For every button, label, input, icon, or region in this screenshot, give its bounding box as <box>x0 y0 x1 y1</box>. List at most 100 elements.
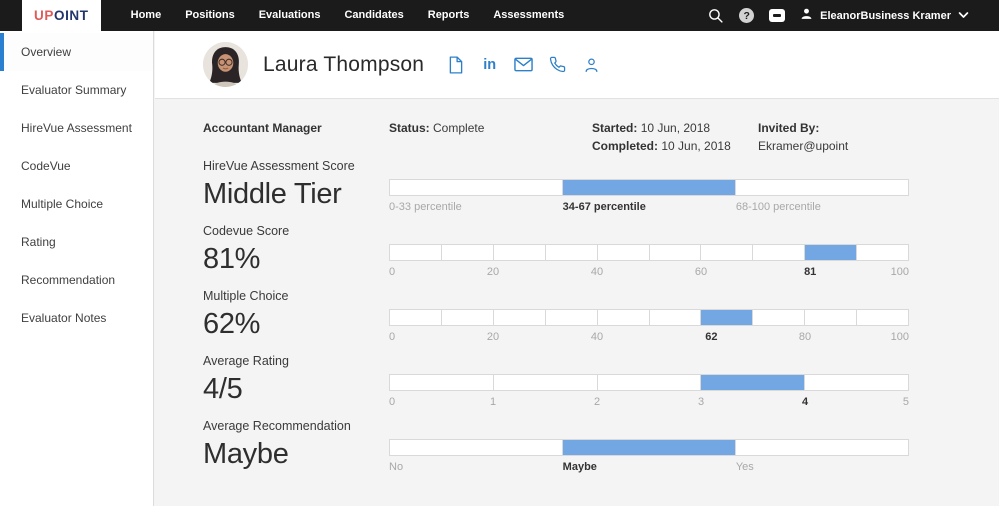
bar-segment <box>390 180 563 195</box>
bar-segment <box>753 245 805 260</box>
chevron-down-icon <box>958 10 969 22</box>
contact-icons: in <box>446 55 601 74</box>
sidebar-item-rating[interactable]: Rating <box>0 223 153 261</box>
score-left: Multiple Choice 62% <box>203 289 389 344</box>
main-panel: Laura Thompson in Accountant Manager Sta… <box>155 31 999 506</box>
bar-ticks: 012345 <box>389 396 909 409</box>
bar-tick: 3 <box>698 396 704 408</box>
invited-by: Invited By: Ekramer@upoint <box>758 119 999 155</box>
profile-icon[interactable] <box>582 55 601 74</box>
email-icon[interactable] <box>514 55 533 74</box>
sidebar-item-overview[interactable]: Overview <box>0 33 153 71</box>
phone-icon[interactable] <box>548 55 567 74</box>
score-value: Middle Tier <box>203 177 389 211</box>
sidebar-item-evaluator-summary[interactable]: Evaluator Summary <box>0 71 153 109</box>
user-icon <box>800 7 813 24</box>
score-label: Multiple Choice <box>203 289 389 304</box>
user-name: EleanorBusiness Kramer <box>820 10 951 22</box>
score-list: HireVue Assessment ScoreMiddle Tier0-33 … <box>203 159 999 474</box>
bar-segment <box>805 375 908 390</box>
nav-item-candidates[interactable]: Candidates <box>332 0 415 31</box>
bar-tick: 0 <box>389 266 395 278</box>
topbar: UPOINT HomePositionsEvaluationsCandidate… <box>0 0 999 31</box>
score-left: HireVue Assessment ScoreMiddle Tier <box>203 159 389 214</box>
bar-segment <box>736 440 908 455</box>
score-row-hirevue-assessment-score: HireVue Assessment ScoreMiddle Tier0-33 … <box>203 159 999 214</box>
document-icon[interactable] <box>446 55 465 74</box>
upoint-logo[interactable]: UPOINT <box>22 0 101 31</box>
nav-item-home[interactable]: Home <box>119 0 174 31</box>
help-icon[interactable]: ? <box>739 8 754 23</box>
sidebar-item-hirevue-assessment[interactable]: HireVue Assessment <box>0 109 153 147</box>
nav-item-evaluations[interactable]: Evaluations <box>247 0 333 31</box>
bar-track <box>389 179 909 196</box>
nav-item-positions[interactable]: Positions <box>173 0 247 31</box>
nav-item-assessments[interactable]: Assessments <box>481 0 576 31</box>
bar-tick: 81 <box>804 266 816 278</box>
bar-track <box>389 374 909 391</box>
bar-segment <box>598 375 702 390</box>
bar-tick: 0 <box>389 396 395 408</box>
score-left: Codevue Score 81% <box>203 224 389 279</box>
score-label: Codevue Score <box>203 224 389 239</box>
bar-segment <box>494 375 598 390</box>
score-value: 62% <box>203 307 389 341</box>
score-left: Average RecommendationMaybe <box>203 419 389 474</box>
user-menu[interactable]: EleanorBusiness Kramer <box>800 7 969 24</box>
bar-segment <box>494 245 546 260</box>
bar-segment <box>736 180 908 195</box>
bar-segment <box>390 375 494 390</box>
avatar <box>203 42 248 87</box>
linkedin-icon[interactable]: in <box>480 55 499 74</box>
bar-tick: 62 <box>705 331 717 343</box>
topbar-right: ? EleanorBusiness Kramer <box>707 7 969 24</box>
score-value: 81% <box>203 242 389 276</box>
sidebar-item-recommendation[interactable]: Recommendation <box>0 261 153 299</box>
logo-text-oint: OINT <box>54 8 89 23</box>
bar-ticks: 020406081100 <box>389 266 909 279</box>
sidebar-item-evaluator-notes[interactable]: Evaluator Notes <box>0 299 153 337</box>
score-bar: NoMaybeYes <box>389 439 909 474</box>
bar-tick: 60 <box>695 266 707 278</box>
bar-segment <box>598 310 650 325</box>
score-label: Average Rating <box>203 354 389 369</box>
search-icon[interactable] <box>707 7 724 24</box>
bar-segment <box>390 245 442 260</box>
sidebar-item-multiple-choice[interactable]: Multiple Choice <box>0 185 153 223</box>
bar-segment-filled <box>563 180 736 195</box>
score-left: Average Rating4/5 <box>203 354 389 409</box>
bar-tick: 1 <box>490 396 496 408</box>
bar-segment <box>494 310 546 325</box>
overview-content: Accountant Manager Status: Complete Star… <box>155 99 999 474</box>
bar-segment <box>650 310 702 325</box>
score-label: Average Recommendation <box>203 419 389 434</box>
bar-tick: 34-67 percentile <box>563 201 646 213</box>
status: Status: Complete <box>389 119 592 155</box>
score-row-codevue-score: Codevue Score81%020406081100 <box>203 224 999 279</box>
bar-segment <box>805 310 857 325</box>
bar-segment <box>442 245 494 260</box>
bar-ticks: 0-33 percentile34-67 percentile68-100 pe… <box>389 201 909 214</box>
score-bar: 0-33 percentile34-67 percentile68-100 pe… <box>389 179 909 214</box>
bar-segment <box>857 245 908 260</box>
sidebar-item-codevue[interactable]: CodeVue <box>0 147 153 185</box>
score-bar: 020406081100 <box>389 244 909 279</box>
candidate-name: Laura Thompson <box>263 53 424 77</box>
bar-segment-filled <box>701 375 805 390</box>
bar-tick: 80 <box>799 331 811 343</box>
bar-segment-filled <box>563 440 736 455</box>
bar-track <box>389 309 909 326</box>
bar-tick: 68-100 percentile <box>736 201 821 213</box>
inbox-icon[interactable] <box>769 9 785 22</box>
bar-track <box>389 244 909 261</box>
bar-tick: 40 <box>591 266 603 278</box>
score-row-average-rating: Average Rating4/5012345 <box>203 354 999 409</box>
position-title: Accountant Manager <box>203 119 389 155</box>
profile-header: Laura Thompson in <box>155 31 999 99</box>
bar-segment <box>650 245 702 260</box>
bar-segment <box>546 245 598 260</box>
nav-item-reports[interactable]: Reports <box>416 0 482 31</box>
score-bar: 012345 <box>389 374 909 409</box>
bar-tick: 100 <box>891 331 909 343</box>
bar-segment <box>442 310 494 325</box>
